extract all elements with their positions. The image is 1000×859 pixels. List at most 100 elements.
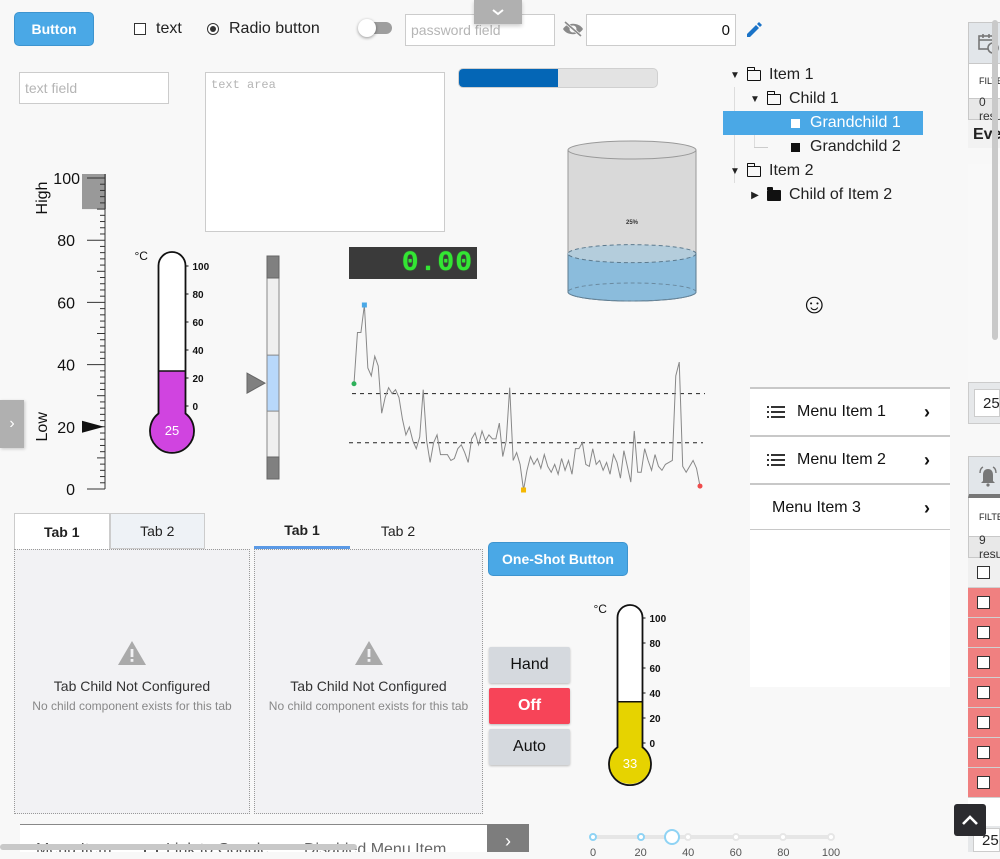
warning-icon — [354, 641, 383, 665]
caret-down-icon[interactable]: ▼ — [729, 166, 741, 177]
slider-tick-label: 100 — [821, 847, 841, 859]
chevron-right-icon: › — [505, 831, 511, 851]
progress-fill — [459, 69, 558, 87]
tree-guide-line — [754, 147, 768, 148]
alarm-row[interactable] — [968, 768, 1000, 798]
horizontal-scrollbar[interactable] — [0, 844, 357, 850]
alarm-row-checkbox[interactable] — [977, 746, 990, 759]
alarm-row[interactable] — [968, 708, 1000, 738]
slider-step-dot[interactable] — [731, 833, 740, 841]
alarm-row-checkbox[interactable] — [977, 596, 990, 609]
slider[interactable]: 0 20 40 60 80 100 — [589, 828, 840, 859]
events-page-size[interactable]: 25 — [974, 389, 1000, 417]
tree-item-selected[interactable]: Grandchild 1 — [723, 111, 923, 135]
side-panel-toggle[interactable]: › — [0, 400, 24, 448]
bell-alarm-icon — [979, 465, 997, 487]
tank: 25% — [560, 140, 705, 310]
slider-step-dot[interactable] — [684, 833, 693, 841]
alarm-row[interactable] — [968, 588, 1000, 618]
tab-bar-1: Tab 1 Tab 2 — [14, 513, 205, 549]
alarm-filter[interactable]: FILTER — [968, 498, 1000, 536]
hmenu-next-button[interactable]: › — [487, 824, 529, 852]
caret-down-icon[interactable]: ▼ — [729, 70, 741, 81]
alarm-row[interactable] — [968, 648, 1000, 678]
tab-1[interactable]: Tab 1 — [254, 513, 350, 549]
tree-item[interactable]: ▼ Item 2 — [729, 159, 813, 183]
slider-tick-label: 80 — [777, 847, 790, 859]
alarm-row-checkbox[interactable] — [977, 626, 990, 639]
toggle-knob[interactable] — [358, 19, 376, 37]
alarm-row[interactable] — [968, 678, 1000, 708]
eye-off-icon[interactable] — [562, 20, 584, 38]
slider-step-dot[interactable] — [589, 833, 597, 841]
slider-step-dot[interactable] — [779, 833, 788, 841]
back-to-top-button[interactable] — [954, 804, 986, 836]
caret-down-icon[interactable]: ▼ — [749, 94, 761, 105]
list-icon — [767, 406, 785, 418]
high-label: High — [34, 182, 51, 215]
numeric-value: 0 — [721, 21, 730, 39]
tree-item-label: Item 1 — [769, 66, 814, 83]
led-display: 0.00 — [349, 247, 477, 279]
slider-step-dot[interactable] — [827, 833, 835, 841]
min-point-marker — [521, 487, 527, 493]
radio-button[interactable]: Radio button — [207, 20, 320, 38]
multistate-off-button[interactable]: Off — [489, 688, 570, 724]
thermometer-tick-label: 80 — [193, 290, 205, 301]
pencil-icon[interactable] — [744, 20, 764, 40]
chevron-right-icon: › — [924, 449, 930, 470]
primary-button[interactable]: Button — [14, 12, 94, 46]
slider-step-dot[interactable] — [636, 833, 645, 841]
thermometer-tick-label: 0 — [650, 739, 656, 750]
menu-item[interactable]: Menu Item 3 › — [750, 483, 950, 531]
menu-item[interactable]: Menu Item 2 › — [750, 435, 950, 483]
placeholder-subtitle: No child component exists for this tab — [268, 699, 469, 713]
alarm-row[interactable] — [968, 738, 1000, 768]
caret-right-icon[interactable]: ▶ — [749, 190, 761, 201]
tab-2[interactable]: Tab 2 — [109, 513, 205, 549]
checkbox[interactable]: text — [134, 20, 182, 38]
thermometer-tick-label: 20 — [650, 714, 662, 725]
linear-gauge-svg: 100 80 60 40 20 0 High Low — [34, 171, 106, 499]
thermometer-1-svg: 100 80 60 40 20 0 °C 25 — [135, 249, 210, 454]
header-dropdown-toggle[interactable] — [474, 0, 522, 24]
alarm-row-checkbox[interactable] — [977, 686, 990, 699]
thermometer-unit: °C — [594, 602, 608, 616]
vertical-scrollbar[interactable] — [992, 20, 998, 340]
leaf-icon — [791, 142, 800, 152]
alarm-row-checkbox[interactable] — [977, 656, 990, 669]
text-area[interactable]: text area — [205, 72, 445, 232]
low-label: Low — [34, 412, 51, 442]
slider-track[interactable] — [593, 835, 831, 839]
one-shot-button[interactable]: One-Shot Button — [488, 542, 628, 576]
radio-indicator[interactable] — [207, 23, 219, 35]
tab-2[interactable]: Tab 2 — [350, 513, 446, 549]
tab-panel-1: Tab Child Not Configured No child compon… — [14, 549, 250, 814]
alarm-row-checkbox[interactable] — [977, 776, 990, 789]
progress-bar — [458, 68, 658, 88]
tree-item[interactable]: ▶ Child of Item 2 — [749, 183, 892, 207]
tank-level-label: 25% — [626, 220, 639, 226]
toggle-switch[interactable] — [358, 19, 394, 37]
chevron-right-icon: › — [924, 497, 930, 518]
tree-item[interactable]: ▼ Child 1 — [749, 87, 839, 111]
multistate-auto-button[interactable]: Auto — [489, 729, 570, 765]
checkbox-box[interactable] — [134, 23, 146, 35]
alarm-row[interactable] — [968, 618, 1000, 648]
slider-handle[interactable] — [663, 829, 680, 845]
tank-liquid-surface — [567, 244, 697, 264]
thermometer-unit: °C — [135, 249, 149, 263]
radio-dot — [210, 26, 216, 32]
sparkline-svg — [349, 302, 705, 493]
tab-1[interactable]: Tab 1 — [14, 513, 110, 549]
alarm-rows — [968, 588, 1000, 798]
tree-item[interactable]: ▼ Item 1 — [729, 63, 813, 87]
multistate-hand-button[interactable]: Hand — [489, 647, 570, 683]
alarm-row-checkbox[interactable] — [977, 716, 990, 729]
tree-item[interactable]: Grandchild 2 — [791, 135, 901, 159]
warning-icon — [118, 641, 146, 665]
select-all-checkbox[interactable] — [977, 566, 990, 579]
text-field[interactable]: text field — [19, 72, 169, 104]
numeric-entry-field[interactable]: 0 — [586, 14, 736, 46]
menu-item[interactable]: Menu Item 1 › — [750, 387, 950, 435]
